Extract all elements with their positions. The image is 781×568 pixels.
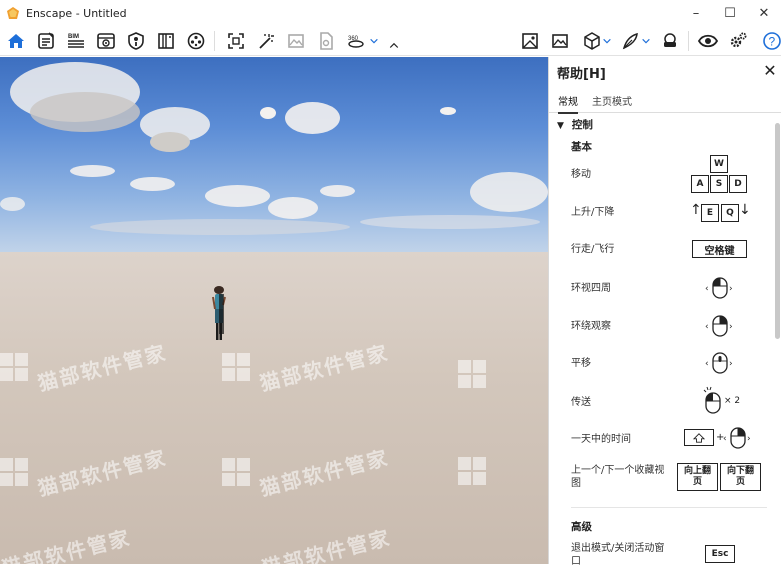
- panorama-icon[interactable]: 360: [344, 29, 368, 53]
- watermark: [458, 457, 486, 485]
- watermark: 猫部软件管家: [0, 340, 169, 396]
- panel-title: 帮助[H]: [557, 67, 606, 82]
- gear-icon[interactable]: [726, 29, 750, 53]
- video-icon[interactable]: [184, 29, 208, 53]
- section-controls[interactable]: ▼ 控制: [557, 117, 593, 132]
- key-e: E: [701, 204, 719, 222]
- svg-text:›: ›: [729, 322, 733, 332]
- window-title: Enscape - Untitled: [26, 6, 127, 20]
- watermark: 猫部软件管家: [222, 340, 391, 396]
- row-label-pan: 平移: [571, 358, 591, 369]
- svg-text:BIM: BIM: [68, 34, 79, 40]
- row-label-teleport: 传送: [571, 397, 591, 408]
- svg-text:?: ?: [769, 35, 776, 49]
- render-viewport[interactable]: 猫部软件管家 猫部软件管家 猫部软件管家 猫部软件管家 猫部软件管家 猫部软件管…: [0, 57, 548, 564]
- svg-text:‹: ‹: [705, 359, 709, 369]
- screenshot-icon[interactable]: [224, 29, 248, 53]
- key-a: A: [691, 175, 709, 193]
- divider: [571, 507, 767, 508]
- basic-title: 基本: [571, 141, 592, 153]
- close-button[interactable]: ✕: [747, 0, 781, 26]
- svg-text:›: ›: [747, 434, 751, 444]
- row-label-saved-views: 上一个/下一个收藏视图: [571, 465, 665, 489]
- atmosphere-icon[interactable]: [548, 29, 572, 53]
- mouse-middle-icon: ‹ ›: [705, 352, 733, 374]
- asset-library-icon[interactable]: [518, 29, 542, 53]
- watermark: 猫部软件管家: [222, 445, 391, 501]
- watermark: 猫部软件管家: [0, 525, 134, 564]
- feather-icon[interactable]: [618, 29, 642, 53]
- panel-tabs: 常规 主页模式: [549, 87, 781, 114]
- image-icon[interactable]: [284, 29, 308, 53]
- key-d: D: [729, 175, 747, 193]
- key-s: S: [710, 175, 728, 193]
- row-label-orbit: 环绕观察: [571, 321, 611, 332]
- arrow-up-icon: ↑: [690, 202, 702, 218]
- key-page-down: 向下翻页: [720, 463, 761, 491]
- watermark: 猫部软件管家: [0, 445, 169, 501]
- view-icon[interactable]: [94, 29, 118, 53]
- notes-icon[interactable]: [34, 29, 58, 53]
- collapse-triangle-icon: ▼: [557, 121, 564, 131]
- panel-scrollbar[interactable]: [775, 123, 780, 339]
- row-label-up-down: 上升/下降: [571, 207, 615, 218]
- info-icon[interactable]: [124, 29, 148, 53]
- magic-icon[interactable]: [254, 29, 278, 53]
- chevron-down-icon[interactable]: [368, 29, 380, 53]
- key-esc: Esc: [705, 545, 735, 563]
- row-label-walk-fly: 行走/飞行: [571, 244, 615, 255]
- file-icon[interactable]: [314, 29, 338, 53]
- mouse-right-icon: ‹ ›: [705, 315, 733, 337]
- mouse-left-icon: ‹ ›: [705, 277, 733, 299]
- svg-text:‹: ‹: [705, 322, 709, 332]
- key-q: Q: [721, 204, 739, 222]
- key-w: W: [710, 155, 728, 173]
- chevron-up-icon[interactable]: [386, 38, 402, 54]
- watermark: [458, 360, 486, 388]
- help-icon[interactable]: ?: [760, 29, 781, 53]
- advanced-title: 高级: [571, 521, 592, 533]
- svg-text:›: ›: [729, 284, 733, 294]
- title-bar: Enscape - Untitled – ☐ ✕: [0, 0, 781, 26]
- row-label-move: 移动: [571, 169, 591, 180]
- mouse-right-icon: ‹ ›: [723, 427, 751, 449]
- ground-plane: [0, 252, 548, 564]
- mouse-double-click-icon: [703, 386, 721, 414]
- row-label-time-of-day: 一天中的时间: [571, 434, 631, 445]
- eye-icon[interactable]: [696, 29, 720, 53]
- row-label-exit-mode: 退出模式/关闭活动窗口: [571, 543, 665, 567]
- help-panel: 帮助[H] ✕ 常规 主页模式 ▼ 控制 基本 移动 W A S D 上升/下降 …: [548, 57, 781, 567]
- toolbar: BIM 360 ?: [0, 26, 781, 56]
- bim-icon[interactable]: BIM: [64, 29, 88, 53]
- person-figure: [212, 286, 226, 340]
- key-page-up: 向上翻页: [677, 463, 718, 491]
- tab-general[interactable]: 常规: [558, 93, 578, 114]
- svg-text:›: ›: [729, 359, 733, 369]
- tab-homepage-mode[interactable]: 主页模式: [592, 93, 632, 108]
- svg-text:‹: ‹: [723, 434, 727, 444]
- maximize-button[interactable]: ☐: [713, 0, 747, 26]
- watermark: 猫部软件管家: [259, 525, 394, 564]
- minimize-button[interactable]: –: [679, 0, 713, 26]
- svg-text:‹: ‹: [705, 284, 709, 294]
- enscape-logo-icon: [7, 7, 19, 19]
- key-shift: [684, 429, 714, 446]
- times-two-label: × 2: [724, 396, 741, 406]
- shift-arrow-icon: [693, 432, 705, 443]
- panel-close-icon[interactable]: ✕: [761, 61, 779, 80]
- key-space: 空格键: [692, 240, 747, 258]
- arrow-down-icon: ↓: [739, 202, 751, 218]
- home-icon[interactable]: [4, 29, 28, 53]
- vr-headset-icon[interactable]: [658, 29, 682, 53]
- chevron-down-icon[interactable]: [640, 29, 652, 53]
- chevron-down-icon[interactable]: [601, 29, 613, 53]
- books-icon[interactable]: [154, 29, 178, 53]
- row-label-look-around: 环视四周: [571, 283, 611, 294]
